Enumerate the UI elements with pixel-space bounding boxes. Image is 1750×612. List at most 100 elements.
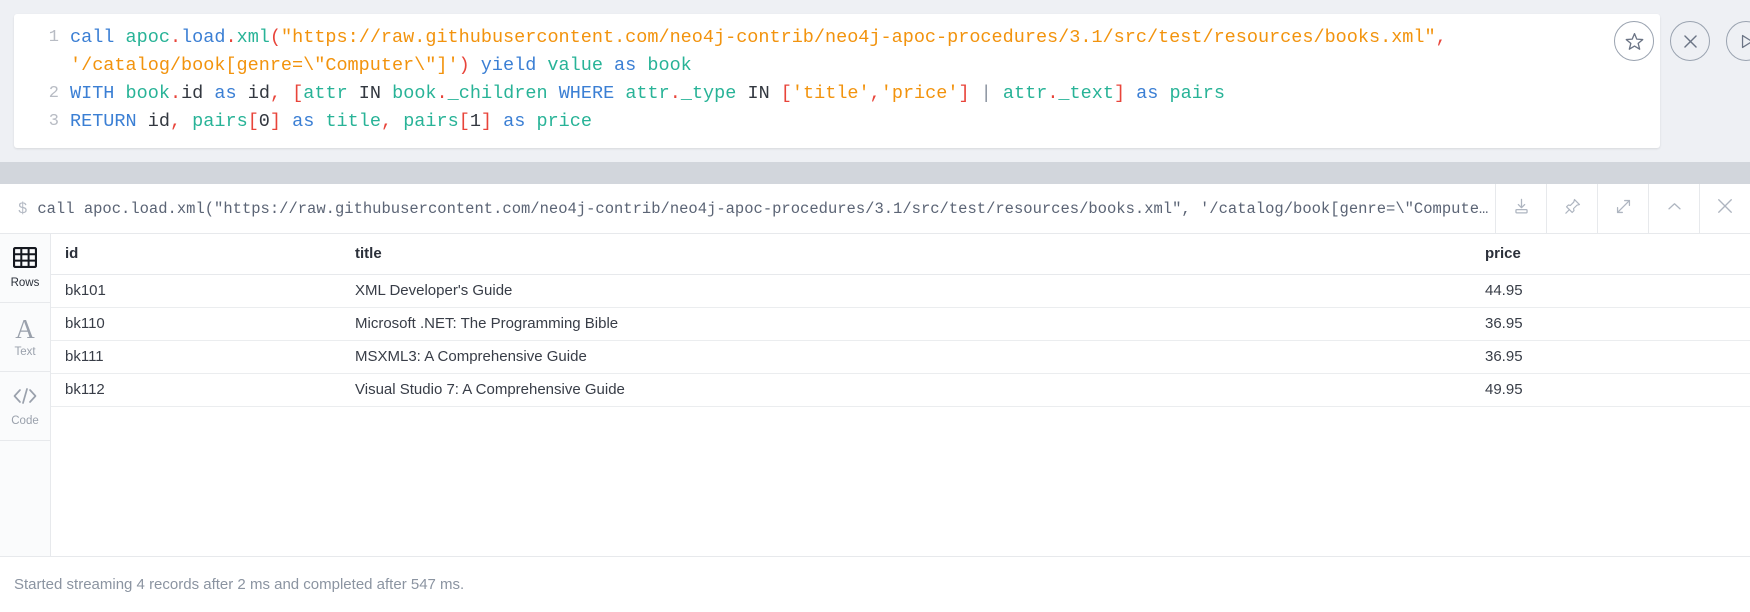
tab-rows[interactable]: Rows <box>0 234 50 303</box>
code-token: call <box>70 27 115 48</box>
cell-id: bk101 <box>51 274 341 308</box>
code-line: 2 WITH book.id as id, [attr IN book._chil… <box>14 80 1660 108</box>
code-line: 1 call apoc.load.xml("https://raw.githubu… <box>14 24 1660 52</box>
query-editor-card[interactable]: 1 call apoc.load.xml("https://raw.githubu… <box>14 14 1660 148</box>
code-token: yield <box>480 55 537 76</box>
code-token: ) <box>458 55 470 76</box>
code-token: as <box>614 55 637 76</box>
result-actions <box>1495 184 1750 233</box>
code-token: ] <box>480 111 493 132</box>
code-token: attr <box>625 83 670 104</box>
code-token: pairs <box>1169 83 1225 104</box>
code-token: | <box>980 83 992 104</box>
code-token: as <box>1136 83 1159 104</box>
close-result-button[interactable] <box>1699 184 1750 233</box>
expand-icon <box>1614 197 1633 221</box>
column-header-id[interactable]: id <box>51 234 341 275</box>
table-header-row: id title price <box>51 234 1750 275</box>
code-token: attr <box>303 83 348 104</box>
code-token: '/catalog/book[genre=\"Computer\"]' <box>70 55 459 76</box>
code-token: 0 <box>258 111 270 132</box>
cell-title: MSXML3: A Comprehensive Guide <box>341 340 1471 374</box>
code-token: , <box>169 111 182 132</box>
play-icon <box>1737 32 1750 51</box>
code-token: , <box>1435 27 1447 48</box>
code-token: , <box>869 83 881 104</box>
column-header-title[interactable]: title <box>341 234 1471 275</box>
result-frame: $ call apoc.load.xml("https://raw.github… <box>0 184 1750 612</box>
editor-controls <box>1614 21 1750 61</box>
code-token: _children <box>447 83 548 104</box>
code-token: . <box>669 83 681 104</box>
pin-icon <box>1563 197 1582 221</box>
run-query-button[interactable] <box>1726 21 1750 61</box>
table-row[interactable]: bk112 Visual Studio 7: A Comprehensive Gu… <box>51 373 1750 407</box>
code-token: [ <box>247 111 259 132</box>
code-token: IN <box>747 83 770 104</box>
code-line-content: WITH book.id as id, [attr IN book._child… <box>70 80 1660 108</box>
download-icon <box>1512 197 1531 221</box>
table-row[interactable]: bk111 MSXML3: A Comprehensive Guide 36.95 <box>51 340 1750 374</box>
cypher-code[interactable]: 1 call apoc.load.xml("https://raw.githubu… <box>14 24 1660 136</box>
expand-button[interactable] <box>1597 184 1648 233</box>
executed-query-display[interactable]: $ call apoc.load.xml("https://raw.github… <box>0 184 1495 233</box>
download-button[interactable] <box>1495 184 1546 233</box>
code-token: as <box>214 83 237 104</box>
cell-price: 36.95 <box>1471 307 1750 341</box>
pin-button[interactable] <box>1546 184 1597 233</box>
cell-id: bk110 <box>51 307 341 341</box>
code-token: ( <box>269 27 282 48</box>
code-token: as <box>292 111 315 132</box>
collapse-button[interactable] <box>1648 184 1699 233</box>
code-token: attr <box>1002 83 1048 104</box>
rows-view: id title price bk101 XML Developer's Guid… <box>51 234 1750 556</box>
tab-text-label: Text <box>14 346 36 358</box>
favorite-button[interactable] <box>1614 21 1654 61</box>
code-token: RETURN <box>70 111 137 132</box>
table-row[interactable]: bk101 XML Developer's Guide 44.95 <box>51 274 1750 308</box>
close-icon <box>1681 32 1700 51</box>
cell-title: Microsoft .NET: The Programming Bible <box>341 307 1471 341</box>
status-bar: Started streaming 4 records after 2 ms a… <box>0 556 1750 612</box>
close-editor-button[interactable] <box>1670 21 1710 61</box>
code-token: ] <box>1113 83 1126 104</box>
code-token: . <box>169 83 182 104</box>
code-token: title <box>325 111 381 132</box>
code-token: "https://raw.githubusercontent.com/neo4j… <box>281 27 1436 48</box>
cell-id: bk111 <box>51 340 341 374</box>
results-table: id title price bk101 XML Developer's Guid… <box>51 234 1750 407</box>
tab-text[interactable]: A Text <box>0 303 50 372</box>
code-token: . <box>436 83 448 104</box>
code-line: 3 RETURN id, pairs[0] as title, pairs[1] … <box>14 108 1660 136</box>
tab-code[interactable]: Code <box>0 372 50 441</box>
code-brackets-icon <box>12 386 38 411</box>
code-line: '/catalog/book[genre=\"Computer\"]') yie… <box>14 52 1660 80</box>
table-row[interactable]: bk110 Microsoft .NET: The Programming Bib… <box>51 307 1750 341</box>
status-message: Started streaming 4 records after 2 ms a… <box>14 576 465 593</box>
code-line-content: '/catalog/book[genre=\"Computer\"]') yie… <box>70 52 1660 80</box>
text-a-icon: A <box>15 314 35 344</box>
table-empty-space <box>51 407 1750 557</box>
close-icon <box>1715 196 1735 221</box>
column-header-price[interactable]: price <box>1471 234 1750 275</box>
code-token: book <box>125 83 170 104</box>
code-line-content: call apoc.load.xml("https://raw.githubus… <box>70 24 1660 52</box>
code-token: 'title' <box>791 83 870 104</box>
code-token: [ <box>458 111 470 132</box>
code-token: . <box>169 27 182 48</box>
code-token: ] <box>269 111 282 132</box>
cell-price: 36.95 <box>1471 340 1750 374</box>
